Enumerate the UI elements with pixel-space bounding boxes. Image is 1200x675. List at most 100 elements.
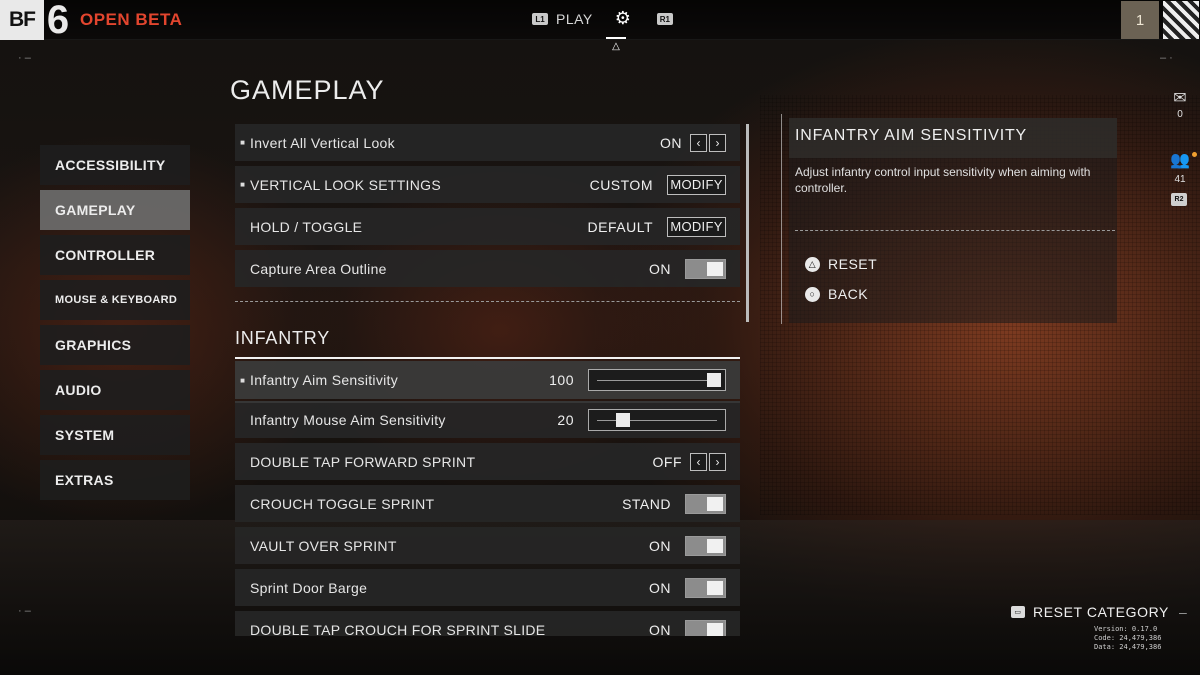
menu-item-audio[interactable]: AUDIO (40, 370, 190, 410)
bullet-icon: ■ (240, 180, 245, 189)
setting-value: ON (649, 537, 671, 554)
sensitivity-slider[interactable] (588, 369, 726, 391)
bullet-icon: ■ (240, 375, 245, 385)
back-label: BACK (828, 286, 869, 302)
setting-row-vault-over-sprint[interactable]: VAULT OVER SPRINT ON (235, 527, 740, 564)
gear-icon[interactable]: ⚙ (615, 8, 631, 29)
toggle-knob (707, 496, 723, 511)
setting-label: HOLD / TOGGLE (250, 218, 363, 235)
r2-button-icon[interactable]: R2 (1171, 193, 1187, 206)
setting-value: OFF (652, 453, 682, 470)
top-bar: BF 6 OPEN BETA L1 PLAY ⚙ R1 1 (0, 0, 1200, 40)
chevron-left-icon[interactable]: ‹ (690, 133, 707, 152)
back-button[interactable]: ○ BACK (805, 286, 868, 302)
toggle-knob (707, 538, 723, 553)
setting-row-double-tap-crouch-sprint-slide[interactable]: DOUBLE TAP CROUCH FOR SPRINT SLIDE ON (235, 611, 740, 636)
triangle-button-icon: △ (805, 256, 820, 272)
toggle-switch[interactable] (685, 258, 726, 279)
menu-item-mouse-keyboard[interactable]: MOUSE & KEYBOARD (40, 280, 190, 320)
mail-icon[interactable]: ✉ (1170, 88, 1190, 108)
touchpad-button-icon: ▭ (1011, 606, 1025, 618)
section-title-infantry: INFANTRY (235, 328, 331, 348)
settings-scrollbar[interactable] (746, 124, 749, 322)
setting-value: CUSTOM (589, 176, 653, 193)
setting-row-vertical-look-settings[interactable]: ■ VERTICAL LOOK SETTINGS CUSTOM MODIFY (235, 166, 740, 203)
circle-button-icon: ○ (805, 286, 820, 302)
setting-value: 20 (557, 411, 574, 428)
code-line: Code: 24,479,386 (1094, 634, 1162, 642)
reset-category-button[interactable]: ▭ RESET CATEGORY – (1011, 604, 1187, 620)
menu-item-graphics[interactable]: GRAPHICS (40, 325, 190, 365)
reset-label: RESET (828, 256, 878, 272)
setting-row-sprint-door-barge[interactable]: Sprint Door Barge ON (235, 569, 740, 606)
setting-row-invert-vertical-look[interactable]: ■ Invert All Vertical Look ON ‹ › (235, 124, 740, 161)
modify-button[interactable]: MODIFY (667, 174, 726, 195)
corner-mark-icon: · – (18, 605, 31, 617)
toggle-switch[interactable] (685, 493, 726, 514)
setting-label: DOUBLE TAP CROUCH FOR SPRINT SLIDE (250, 621, 546, 637)
settings-category-menu: ACCESSIBILITY GAMEPLAY CONTROLLER MOUSE … (40, 145, 190, 505)
corner-mark-icon: · – (18, 52, 31, 64)
reset-button[interactable]: △ RESET (805, 256, 877, 272)
toggle-switch[interactable] (685, 535, 726, 556)
setting-value: ON (649, 621, 671, 637)
friends-count: 41 (1174, 174, 1186, 185)
reset-category-label: RESET CATEGORY (1033, 604, 1169, 620)
setting-value: ON (649, 260, 671, 277)
setting-value: STAND (622, 495, 671, 512)
bullet-icon: ■ (240, 138, 245, 147)
setting-row-double-tap-forward-sprint[interactable]: DOUBLE TAP FORWARD SPRINT OFF ‹ › (235, 443, 740, 480)
notification-dot (1192, 152, 1197, 157)
active-tab-underline (606, 37, 626, 39)
l1-button-icon[interactable]: L1 (532, 13, 548, 25)
dash-icon: – (1179, 604, 1188, 620)
menu-item-gameplay[interactable]: GAMEPLAY (40, 190, 190, 230)
slider-thumb[interactable] (615, 412, 630, 427)
modify-button[interactable]: MODIFY (667, 216, 726, 237)
sensitivity-slider[interactable] (588, 408, 726, 431)
toggle-switch[interactable] (685, 577, 726, 598)
toggle-switch[interactable] (685, 619, 726, 636)
setting-label: VERTICAL LOOK SETTINGS (250, 176, 441, 193)
setting-label: CROUCH TOGGLE SPRINT (250, 495, 435, 512)
setting-label: Invert All Vertical Look (250, 134, 395, 151)
r1-button-icon[interactable]: R1 (656, 13, 673, 25)
version-line: Version: 0.17.0 (1094, 625, 1158, 633)
info-panel-bracket (781, 114, 785, 324)
setting-row-crouch-toggle-sprint[interactable]: CROUCH TOGGLE SPRINT STAND (235, 485, 740, 522)
logo-prefix: BF (0, 0, 44, 40)
avatar[interactable] (1163, 1, 1199, 39)
setting-label: VAULT OVER SPRINT (250, 537, 397, 554)
player-level-badge[interactable]: 1 (1121, 1, 1159, 39)
top-nav: L1 PLAY ⚙ R1 (532, 8, 673, 29)
setting-value: DEFAULT (587, 218, 653, 235)
section-divider (235, 301, 740, 302)
menu-item-controller[interactable]: CONTROLLER (40, 235, 190, 275)
menu-item-extras[interactable]: EXTRAS (40, 460, 190, 500)
setting-row-hold-toggle[interactable]: HOLD / TOGGLE DEFAULT MODIFY (235, 208, 740, 245)
chevron-left-icon[interactable]: ‹ (690, 452, 707, 471)
triangle-button-icon: △ (612, 41, 620, 52)
setting-value: ON (660, 134, 682, 151)
menu-item-system[interactable]: SYSTEM (40, 415, 190, 455)
chevron-right-icon[interactable]: › (709, 452, 726, 471)
build-version-info: Version: 0.17.0 Code: 24,479,386 Data: 2… (1094, 625, 1161, 652)
info-panel-divider (795, 230, 1115, 231)
toggle-knob (707, 580, 723, 595)
mail-count: 0 (1177, 109, 1183, 120)
setting-row-capture-area-outline[interactable]: Capture Area Outline ON (235, 250, 740, 287)
logo-number: 6 (46, 0, 70, 42)
setting-label: Sprint Door Barge (250, 579, 368, 596)
menu-item-accessibility[interactable]: ACCESSIBILITY (40, 145, 190, 185)
setting-row-infantry-mouse-aim-sensitivity[interactable]: Infantry Mouse Aim Sensitivity 20 (235, 401, 740, 438)
page-title: GAMEPLAY (230, 75, 385, 105)
setting-label: Infantry Aim Sensitivity (250, 372, 399, 388)
tab-play[interactable]: PLAY (556, 11, 593, 27)
chevron-right-icon[interactable]: › (709, 133, 726, 152)
slider-thumb[interactable] (707, 373, 721, 387)
friends-icon[interactable]: 👥 (1170, 150, 1190, 170)
info-panel-description: Adjust infantry control input sensitivit… (795, 165, 1091, 195)
setting-label: DOUBLE TAP FORWARD SPRINT (250, 453, 476, 470)
setting-row-infantry-aim-sensitivity[interactable]: ■ Infantry Aim Sensitivity 100 (235, 357, 740, 403)
game-logo: BF 6 (0, 0, 70, 40)
